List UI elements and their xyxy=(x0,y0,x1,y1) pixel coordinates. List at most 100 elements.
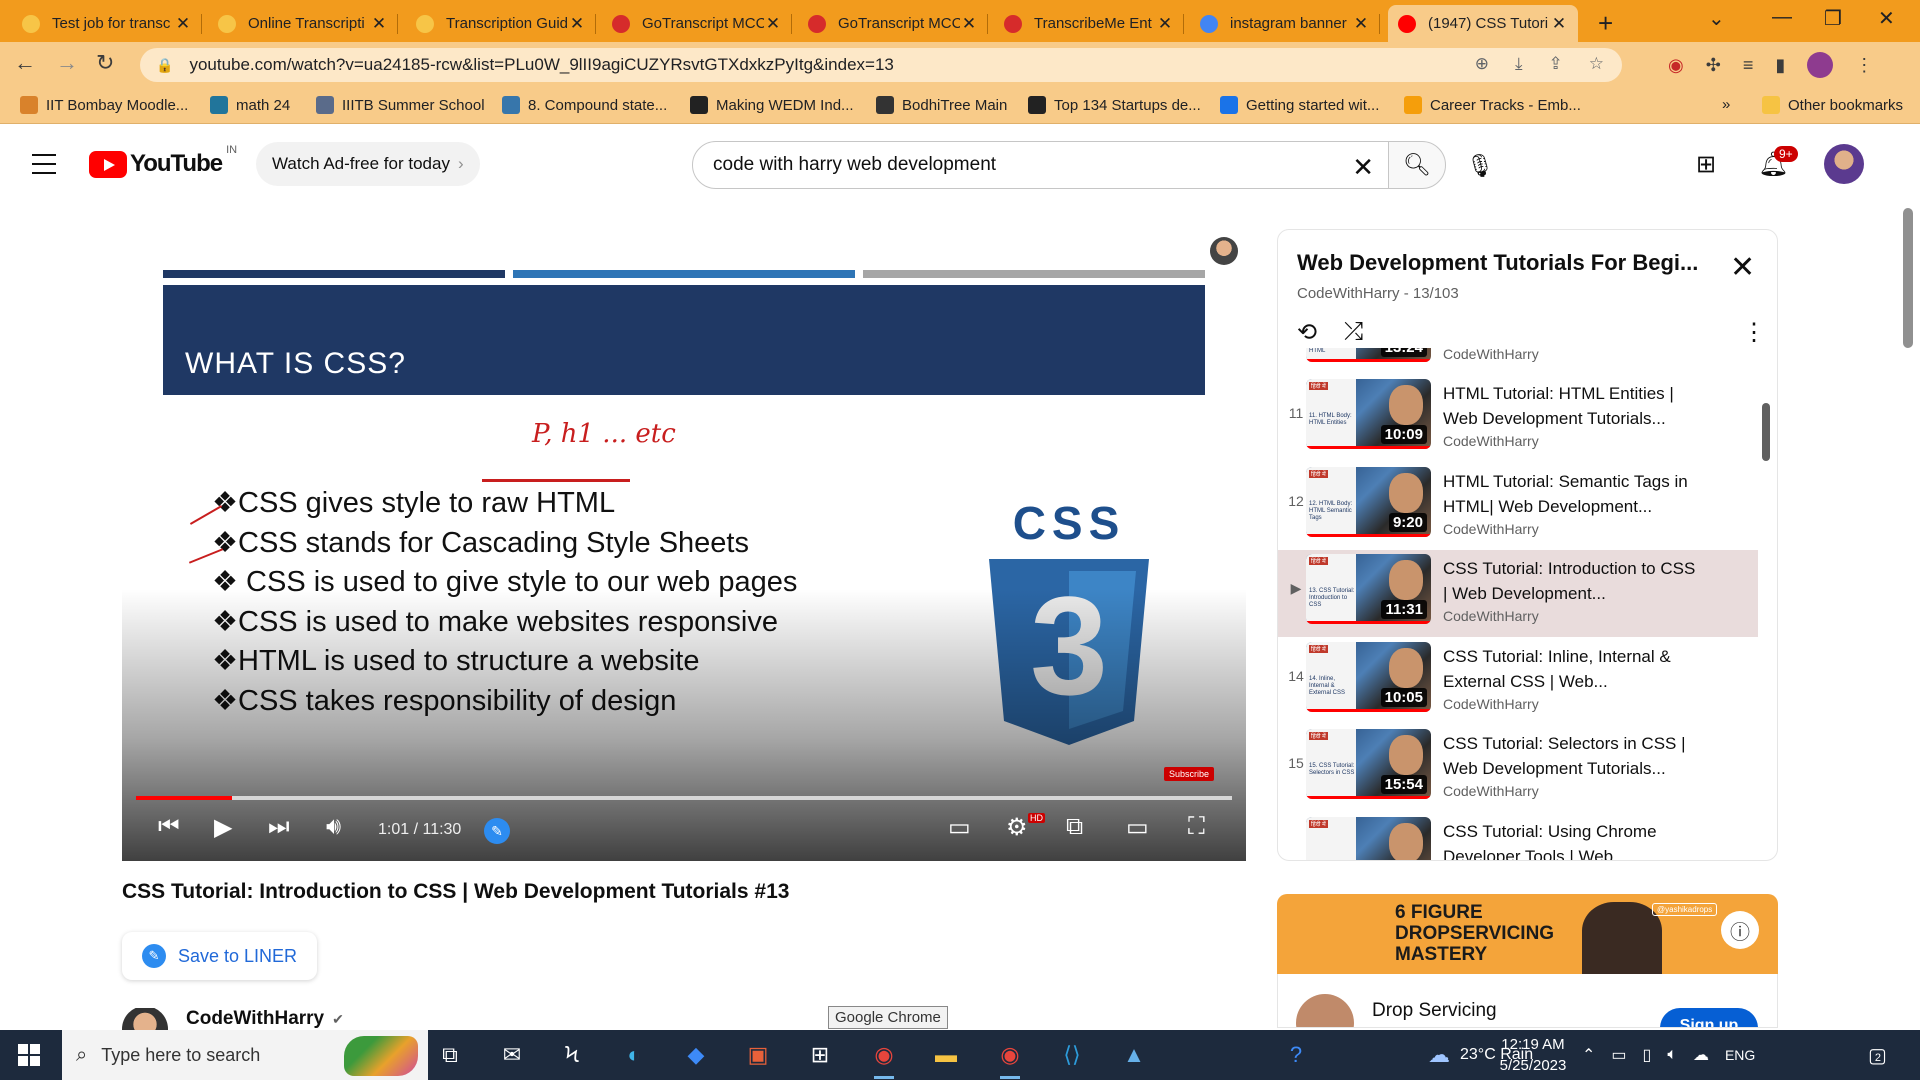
lock-icon[interactable]: 🔒 xyxy=(156,57,173,74)
ad-info-icon[interactable]: ⓘ xyxy=(1721,911,1759,949)
fullscreen-icon[interactable]: ⛶ xyxy=(1188,813,1205,841)
shuffle-icon[interactable]: ⤮ xyxy=(1344,318,1363,346)
browser-tab[interactable]: Online Transcripti ✕ xyxy=(208,5,398,42)
close-tab-icon[interactable]: ✕ xyxy=(568,14,586,34)
dropbox-icon[interactable]: ◆ xyxy=(680,1039,712,1071)
back-icon[interactable]: ← xyxy=(14,50,36,76)
advertiser-avatar[interactable] xyxy=(1296,994,1354,1027)
ad-banner[interactable]: 6 FIGURE DROPSERVICING MASTERY @yashikad… xyxy=(1277,894,1778,974)
bookmark-item[interactable]: BodhiTree Main xyxy=(876,96,1007,114)
next-icon[interactable]: ⏭︎ xyxy=(268,813,290,841)
close-playlist-icon[interactable]: ✕ xyxy=(1730,250,1755,285)
bookmark-item[interactable]: 8. Compound state... xyxy=(502,96,667,114)
youtube-logo[interactable]: YouTube IN xyxy=(89,144,237,178)
bookmark-item[interactable]: Career Tracks - Emb... xyxy=(1404,96,1581,114)
browser-tab[interactable]: Test job for transc ✕ xyxy=(12,5,202,42)
share-icon[interactable]: ⇪ xyxy=(1549,54,1563,74)
new-tab-button[interactable]: + xyxy=(1598,8,1613,39)
install-icon[interactable]: ⤓ xyxy=(1515,54,1523,74)
reload-icon[interactable]: ↻ xyxy=(96,50,114,76)
progress-bar[interactable] xyxy=(136,796,1232,800)
menu-kebab-icon[interactable]: ⋮ xyxy=(1855,55,1873,76)
list-item[interactable]: 14 14. Inline, Internal & External CSS हिं… xyxy=(1278,638,1758,725)
subscribe-watermark[interactable]: Subscribe xyxy=(1164,767,1215,781)
browser-tab[interactable]: Transcription Guid ✕ xyxy=(406,5,596,42)
sign-up-button[interactable]: Sign up xyxy=(1660,1008,1758,1027)
chrome-profile-icon[interactable]: ◉ xyxy=(994,1039,1026,1079)
close-tab-icon[interactable]: ✕ xyxy=(764,14,782,34)
minimize-icon[interactable]: — xyxy=(1772,6,1792,29)
close-tab-icon[interactable]: ✕ xyxy=(1156,14,1174,34)
advertiser-name[interactable]: Drop Servicing xyxy=(1372,1000,1497,1022)
save-to-liner-button[interactable]: ✎ Save to LINER xyxy=(122,932,318,980)
restore-icon[interactable]: ❐ xyxy=(1824,6,1842,31)
create-video-icon[interactable]: ⊞ xyxy=(1696,150,1716,179)
bookmark-star-icon[interactable]: ☆ xyxy=(1589,54,1604,74)
help-icon[interactable]: ? xyxy=(1280,1039,1312,1071)
list-item[interactable]: 11 11. HTML Body: HTML Entities हिंदी में 1… xyxy=(1278,375,1758,462)
bookmark-item[interactable]: IIITB Summer School xyxy=(316,96,485,114)
subtitles-icon[interactable]: ▭ xyxy=(948,813,971,842)
battery-icon[interactable]: ▯ xyxy=(1643,1045,1652,1065)
list-item[interactable]: हिंदी में CSS Tutorial: Using Chrome Deve… xyxy=(1278,813,1758,860)
browser-tab[interactable]: TranscribeMe Ent ✕ xyxy=(994,5,1184,42)
close-tab-icon[interactable]: ✕ xyxy=(174,14,192,34)
menu-icon[interactable] xyxy=(32,154,56,174)
chrome-icon[interactable]: ◉ xyxy=(868,1039,900,1079)
volume-icon[interactable]: 🔊︎ xyxy=(326,813,341,841)
liner-extension-icon[interactable]: ✎ xyxy=(484,818,510,844)
channel-avatar[interactable] xyxy=(122,1008,168,1030)
channel-watermark-avatar[interactable] xyxy=(1210,237,1238,265)
profile-avatar[interactable] xyxy=(1807,52,1834,78)
bookmark-item[interactable]: math 24 xyxy=(210,96,290,114)
windows-start-icon[interactable] xyxy=(18,1044,40,1066)
language-indicator[interactable]: ENG xyxy=(1725,1047,1755,1063)
search-input[interactable]: code with harry web development ✕ xyxy=(692,141,1389,189)
puzzle-icon[interactable]: ✣ xyxy=(1706,55,1721,76)
office-icon[interactable]: ▣ xyxy=(742,1039,774,1071)
close-tab-icon[interactable]: ✕ xyxy=(1352,14,1370,34)
loop-icon[interactable]: ⟲ xyxy=(1297,318,1317,347)
network-icon[interactable]: ▭ xyxy=(1611,1045,1626,1065)
close-tab-icon[interactable]: ✕ xyxy=(370,14,388,34)
bookmarks-overflow[interactable]: » xyxy=(1722,96,1730,113)
list-item[interactable]: 12 12. HTML Body: HTML Semantic Tags हिंदी… xyxy=(1278,463,1758,550)
side-panel-icon[interactable]: ▮ xyxy=(1775,55,1785,76)
tab-search-icon[interactable]: ⌄ xyxy=(1708,6,1725,31)
browser-tab[interactable]: GoTranscript MCC ✕ xyxy=(602,5,792,42)
playlist-scrollbar[interactable] xyxy=(1762,403,1770,461)
voice-search-icon[interactable]: 🎙︎ xyxy=(1462,148,1498,184)
photos-icon[interactable]: ▲ xyxy=(1118,1039,1150,1071)
list-item[interactable]: ▶ 13. CSS Tutorial: Introduction to CSS हि… xyxy=(1278,550,1758,637)
file-explorer-icon[interactable]: ▬ xyxy=(930,1039,962,1071)
miniplayer-icon[interactable]: ⧉ xyxy=(1066,813,1083,841)
previous-icon[interactable]: ⏮︎ xyxy=(158,813,180,841)
close-tab-icon[interactable]: ✕ xyxy=(960,14,978,34)
settings-gear-icon[interactable]: ⚙ xyxy=(1006,813,1028,842)
taskbar-clock[interactable]: 12:19 AM 5/25/2023 xyxy=(1488,1034,1578,1076)
watch-adfree-button[interactable]: Watch Ad-free for today › xyxy=(256,142,480,186)
speaker-icon[interactable]: 🔈︎ xyxy=(1667,1046,1677,1064)
video-player[interactable]: WHAT IS CSS? P, h1 ... etc ❖CSS gives st… xyxy=(122,229,1246,861)
media-control-icon[interactable]: ≡ xyxy=(1743,55,1754,76)
extension-icon[interactable]: ◉ xyxy=(1668,55,1684,76)
onedrive-icon[interactable]: ☁ xyxy=(1693,1045,1709,1065)
playlist-menu-icon[interactable]: ⋮ xyxy=(1742,318,1766,347)
play-icon[interactable]: ▶ xyxy=(214,813,232,842)
close-window-icon[interactable]: ✕ xyxy=(1878,6,1895,31)
notification-center-icon[interactable]: ▢ 2 xyxy=(1868,1030,1887,1080)
page-scrollbar[interactable] xyxy=(1903,208,1913,348)
channel-name[interactable]: CodeWithHarry xyxy=(186,1008,324,1030)
forward-icon[interactable]: → xyxy=(56,50,78,76)
search-button[interactable]: 🔍︎ xyxy=(1388,141,1446,189)
browser-tab[interactable]: instagram banner ✕ xyxy=(1190,5,1380,42)
bookmark-item[interactable]: Getting started wit... xyxy=(1220,96,1379,114)
mail-icon[interactable]: ✉ xyxy=(496,1039,528,1071)
browser-tab[interactable]: (1947) CSS Tutori ✕ xyxy=(1388,5,1578,42)
bookmark-item[interactable]: IIT Bombay Moodle... xyxy=(20,96,188,114)
close-tab-icon[interactable]: ✕ xyxy=(1550,14,1568,34)
bookmark-item[interactable]: Making WEDM Ind... xyxy=(690,96,854,114)
taskbar-search-input[interactable]: ⌕ Type here to search xyxy=(62,1030,428,1080)
theater-mode-icon[interactable]: ▭ xyxy=(1126,813,1149,842)
translate-icon[interactable]: ⊕ xyxy=(1475,54,1489,74)
